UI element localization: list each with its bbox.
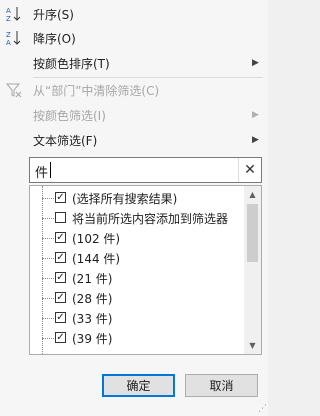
menu-item-clear-filter[interactable]: 从“部门”中清除筛选(C): [0, 79, 268, 101]
scroll-up-arrow-icon[interactable]: ▲: [244, 186, 261, 203]
search-input-value[interactable]: 件: [35, 162, 48, 181]
scrollbar-thumb[interactable]: [247, 204, 258, 262]
list-item-label: (33 件): [72, 311, 113, 326]
svg-text:A: A: [6, 39, 11, 47]
checkbox[interactable]: ✓: [55, 272, 66, 283]
list-scrollbar[interactable]: ▲ ▼: [244, 186, 261, 354]
list-item[interactable]: 将当前所选内容添加到筛选器: [30, 208, 230, 228]
sort-az-icon: A Z: [4, 4, 24, 24]
text-caret: [50, 162, 51, 178]
menu-item-text-filter[interactable]: 文本筛选(F) ▶: [0, 129, 268, 151]
list-item-label: (选择所有搜索结果): [72, 191, 178, 206]
filter-dropdown-menu: A Z 升序(S) Z A 降序(O) 按颜色排序(T) ▶ 从“部门”中清除筛…: [0, 0, 268, 416]
tree-branch-line: [42, 338, 54, 339]
tree-branch-line: [42, 278, 54, 279]
checkbox[interactable]: ✓: [55, 312, 66, 323]
svg-text:Z: Z: [6, 15, 11, 23]
checkbox[interactable]: [55, 212, 66, 223]
menu-item-filter-by-color[interactable]: 按颜色筛选(I) ▶: [0, 104, 268, 126]
menu-item-label: 按颜色筛选(I): [33, 108, 106, 123]
menu-item-sort-descending[interactable]: Z A 降序(O): [0, 27, 268, 49]
list-item[interactable]: ✓ (102 件): [30, 228, 230, 248]
tree-branch-line: [42, 238, 54, 239]
resize-grip-icon[interactable]: ⋰: [258, 404, 267, 414]
ok-button[interactable]: 确定: [102, 374, 175, 397]
list-item[interactable]: ✓ (28 件): [30, 288, 230, 308]
list-item[interactable]: ✓ (39 件): [30, 328, 230, 348]
list-item-label: (144 件): [72, 251, 121, 266]
clear-filter-icon: [4, 80, 24, 100]
menu-divider: [33, 77, 263, 78]
checkbox[interactable]: ✓: [55, 252, 66, 263]
list-item-label: (28 件): [72, 291, 113, 306]
submenu-arrow-icon: ▶: [252, 58, 259, 68]
list-item-label: (21 件): [72, 271, 113, 286]
svg-text:A: A: [6, 7, 11, 15]
tree-branch-line: [42, 318, 54, 319]
submenu-arrow-icon: ▶: [252, 135, 259, 145]
tree-branch-line: [42, 258, 54, 259]
filter-values-list: ✓ (选择所有搜索结果) 将当前所选内容添加到筛选器 ✓ (102 件) ✓ (144 件)…: [29, 185, 262, 355]
checkbox[interactable]: ✓: [55, 192, 66, 203]
menu-item-label: 按颜色排序(T): [33, 56, 110, 71]
search-field[interactable]: 件 ✕: [29, 157, 262, 183]
cancel-button[interactable]: 取消: [185, 374, 258, 397]
list-item-label: (39 件): [72, 331, 113, 346]
checkbox[interactable]: ✓: [55, 332, 66, 343]
menu-item-label: 降序(O): [33, 31, 76, 46]
menu-item-sort-by-color[interactable]: 按颜色排序(T) ▶: [0, 52, 268, 74]
checkbox[interactable]: ✓: [55, 292, 66, 303]
list-item[interactable]: ✓ (选择所有搜索结果): [30, 188, 230, 208]
list-item[interactable]: ✓ (144 件): [30, 248, 230, 268]
tree-branch-line: [42, 298, 54, 299]
checkbox[interactable]: ✓: [55, 232, 66, 243]
menu-item-label: 从“部门”中清除筛选(C): [33, 83, 160, 98]
tree-branch-line: [42, 198, 54, 199]
sort-za-icon: Z A: [4, 28, 24, 48]
tree-branch-line: [42, 218, 54, 219]
menu-item-label: 文本筛选(F): [33, 133, 98, 148]
svg-text:Z: Z: [6, 31, 11, 39]
list-item[interactable]: ✓ (33 件): [30, 308, 230, 328]
submenu-arrow-icon: ▶: [252, 110, 259, 120]
menu-item-sort-ascending[interactable]: A Z 升序(S): [0, 3, 268, 25]
menu-item-label: 升序(S): [33, 7, 74, 22]
clear-search-icon[interactable]: ✕: [238, 158, 261, 182]
list-item-label: (102 件): [72, 231, 121, 246]
list-item-label: 将当前所选内容添加到筛选器: [72, 211, 229, 226]
list-item[interactable]: ✓ (21 件): [30, 268, 230, 288]
scroll-down-arrow-icon[interactable]: ▼: [244, 337, 261, 354]
